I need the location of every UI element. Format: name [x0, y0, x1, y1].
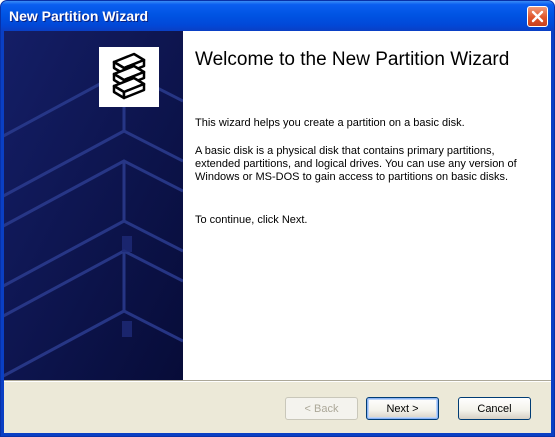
wizard-client-area: Welcome to the New Partition Wizard This… — [4, 31, 551, 433]
cancel-button[interactable]: Cancel — [458, 397, 531, 420]
back-button[interactable]: < Back — [285, 397, 358, 420]
close-button[interactable] — [527, 6, 548, 27]
title-bar[interactable]: New Partition Wizard — [1, 1, 554, 31]
page-title: Welcome to the New Partition Wizard — [195, 49, 510, 70]
button-separator — [4, 380, 551, 382]
wizard-content: Welcome to the New Partition Wizard This… — [183, 31, 551, 380]
wizard-window: New Partition Wizard Welcome to the New … — [0, 0, 555, 437]
wizard-logo — [99, 47, 159, 107]
stacked-disks-icon — [100, 48, 156, 104]
continue-instruction: To continue, click Next. — [195, 214, 308, 226]
next-button[interactable]: Next > — [366, 397, 439, 420]
window-title: New Partition Wizard — [9, 8, 149, 24]
intro-text: This wizard helps you create a partition… — [195, 117, 465, 129]
close-icon — [531, 10, 544, 23]
description-text: A basic disk is a physical disk that con… — [195, 145, 517, 183]
wizard-side-panel — [4, 31, 183, 380]
